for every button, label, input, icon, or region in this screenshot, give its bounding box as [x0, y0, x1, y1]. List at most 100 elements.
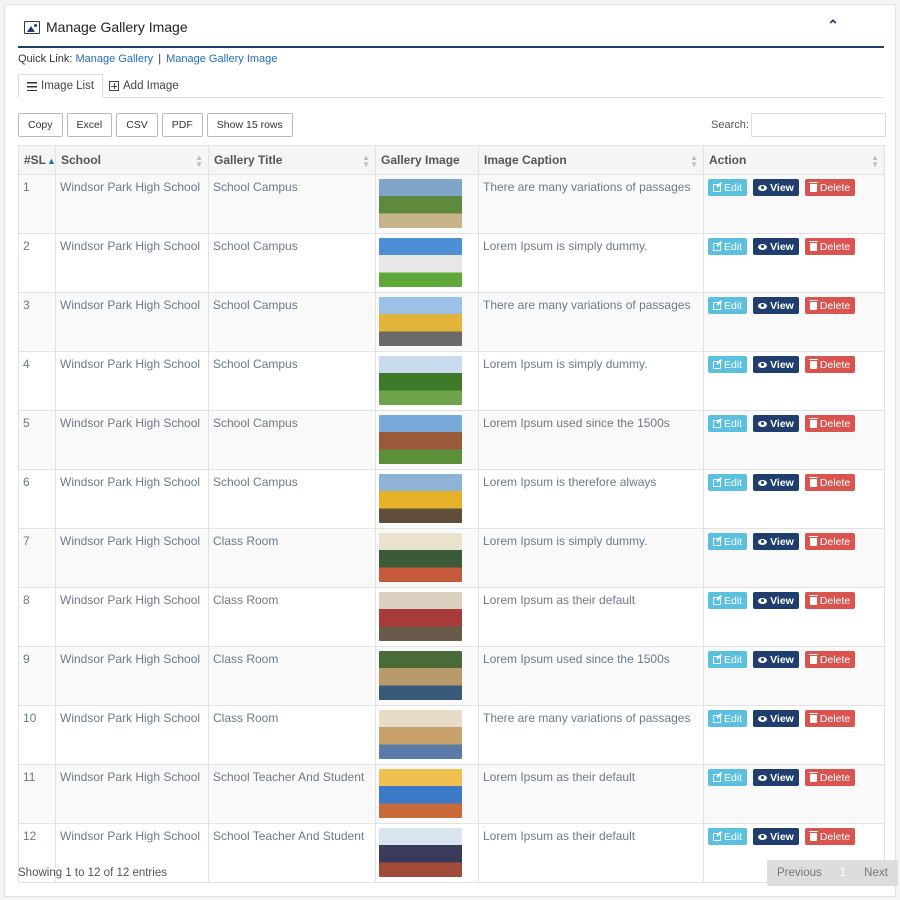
delete-button[interactable]: Delete	[804, 651, 856, 668]
gallery-thumbnail[interactable]	[379, 179, 462, 228]
edit-button[interactable]: Edit	[708, 651, 748, 668]
gallery-thumbnail[interactable]	[379, 828, 462, 877]
eye-icon	[758, 479, 768, 486]
view-button[interactable]: View	[753, 710, 799, 727]
page-button-1[interactable]: 1	[832, 860, 854, 886]
delete-button[interactable]: Delete	[804, 179, 856, 196]
column-header-action[interactable]: Action ▲ ▼	[703, 145, 885, 175]
cell-sl: 3	[18, 292, 56, 352]
edit-button[interactable]: Edit	[708, 592, 748, 609]
pdf-button[interactable]: PDF	[161, 113, 203, 137]
excel-button[interactable]: Excel	[66, 113, 113, 137]
edit-icon	[713, 478, 721, 487]
edit-button[interactable]: Edit	[708, 415, 748, 432]
search-input[interactable]	[750, 113, 886, 137]
view-button[interactable]: View	[753, 415, 799, 432]
eye-icon	[758, 420, 768, 427]
cell-gallery-image	[375, 410, 479, 470]
tab-image-list[interactable]: Image List	[18, 74, 104, 98]
cell-sl: 7	[18, 528, 56, 588]
table-header-row: #SL▲ School ▲ ▼ Gallery Title ▲ ▼ Gallery Im…	[18, 145, 885, 175]
column-header-image-caption[interactable]: Image Caption ▲ ▼	[478, 145, 704, 175]
show-rows-button[interactable]: Show 15 rows	[206, 113, 293, 137]
gallery-thumbnail[interactable]	[379, 533, 462, 582]
delete-button[interactable]: Delete	[804, 297, 856, 314]
gallery-thumbnail[interactable]	[379, 592, 462, 641]
gallery-thumbnail[interactable]	[379, 415, 462, 464]
view-button[interactable]: View	[753, 297, 799, 314]
cell-sl: 10	[18, 705, 56, 765]
edit-icon	[713, 537, 721, 546]
edit-button[interactable]: Edit	[708, 533, 748, 550]
edit-button[interactable]: Edit	[708, 474, 748, 491]
quick-link-label: Quick Link:	[18, 53, 73, 65]
gallery-thumbnail[interactable]	[379, 710, 462, 759]
edit-button[interactable]: Edit	[708, 710, 748, 727]
view-button[interactable]: View	[753, 356, 799, 373]
cell-image-caption: Lorem Ipsum is simply dummy.	[478, 351, 704, 411]
cell-action: Edit View Delete	[703, 292, 885, 352]
column-header-gallery-title[interactable]: Gallery Title ▲ ▼	[208, 145, 376, 175]
gallery-thumbnail[interactable]	[379, 356, 462, 405]
edit-icon	[713, 183, 721, 192]
view-button[interactable]: View	[753, 238, 799, 255]
delete-button[interactable]: Delete	[804, 474, 856, 491]
eye-icon	[758, 302, 768, 309]
trash-icon	[808, 712, 818, 723]
view-button[interactable]: View	[753, 533, 799, 550]
tab-add-image[interactable]: Add Image	[101, 74, 187, 98]
edit-button[interactable]: Edit	[708, 238, 748, 255]
cell-gallery-image	[375, 705, 479, 765]
link-manage-gallery[interactable]: Manage Gallery	[75, 53, 153, 65]
trash-icon	[808, 358, 818, 369]
edit-button[interactable]: Edit	[708, 769, 748, 786]
gallery-thumbnail[interactable]	[379, 297, 462, 346]
link-manage-gallery-image[interactable]: Manage Gallery Image	[166, 53, 277, 65]
gallery-thumbnail[interactable]	[379, 651, 462, 700]
gallery-thumbnail[interactable]	[379, 474, 462, 523]
view-button[interactable]: View	[753, 651, 799, 668]
tab-bar: Image List Add Image	[18, 74, 884, 98]
delete-button[interactable]: Delete	[804, 238, 856, 255]
delete-button[interactable]: Delete	[804, 592, 856, 609]
csv-button[interactable]: CSV	[116, 113, 158, 137]
cell-image-caption: Lorem Ipsum used since the 1500s	[478, 646, 704, 706]
cell-image-caption: There are many variations of passages	[478, 705, 704, 765]
delete-button[interactable]: Delete	[804, 356, 856, 373]
delete-button[interactable]: Delete	[804, 828, 856, 845]
page-title-text: Manage Gallery Image	[46, 19, 188, 35]
edit-button[interactable]: Edit	[708, 828, 748, 845]
view-button[interactable]: View	[753, 474, 799, 491]
column-header-school[interactable]: School ▲ ▼	[55, 145, 209, 175]
view-button[interactable]: View	[753, 592, 799, 609]
cell-school: Windsor Park High School	[55, 233, 209, 293]
delete-button[interactable]: Delete	[804, 533, 856, 550]
delete-button[interactable]: Delete	[804, 710, 856, 727]
tab-add-image-label: Add Image	[123, 80, 179, 92]
edit-button[interactable]: Edit	[708, 179, 748, 196]
gallery-thumbnail[interactable]	[379, 769, 462, 818]
view-button[interactable]: View	[753, 769, 799, 786]
table-row: 11 Windsor Park High School School Teacher…	[18, 764, 885, 824]
edit-button[interactable]: Edit	[708, 356, 748, 373]
table-row: 5 Windsor Park High School School Campus Lo…	[18, 410, 885, 470]
delete-button[interactable]: Delete	[804, 769, 856, 786]
collapse-chevron-up-icon[interactable]: ⌃	[824, 17, 842, 35]
eye-icon	[758, 597, 768, 604]
cell-school: Windsor Park High School	[55, 587, 209, 647]
column-header-sl[interactable]: #SL▲	[18, 145, 56, 175]
next-button[interactable]: Next	[854, 860, 898, 886]
cell-school: Windsor Park High School	[55, 528, 209, 588]
edit-button[interactable]: Edit	[708, 297, 748, 314]
delete-button[interactable]: Delete	[804, 415, 856, 432]
cell-sl: 9	[18, 646, 56, 706]
previous-button[interactable]: Previous	[767, 860, 832, 886]
cell-sl: 1	[18, 174, 56, 234]
view-button[interactable]: View	[753, 828, 799, 845]
view-button[interactable]: View	[753, 179, 799, 196]
copy-button[interactable]: Copy	[18, 113, 63, 137]
gallery-thumbnail[interactable]	[379, 238, 462, 287]
pagination: Previous 1 Next	[767, 860, 898, 886]
edit-icon	[713, 242, 721, 251]
table-row: 3 Windsor Park High School School Campus Th…	[18, 292, 885, 352]
